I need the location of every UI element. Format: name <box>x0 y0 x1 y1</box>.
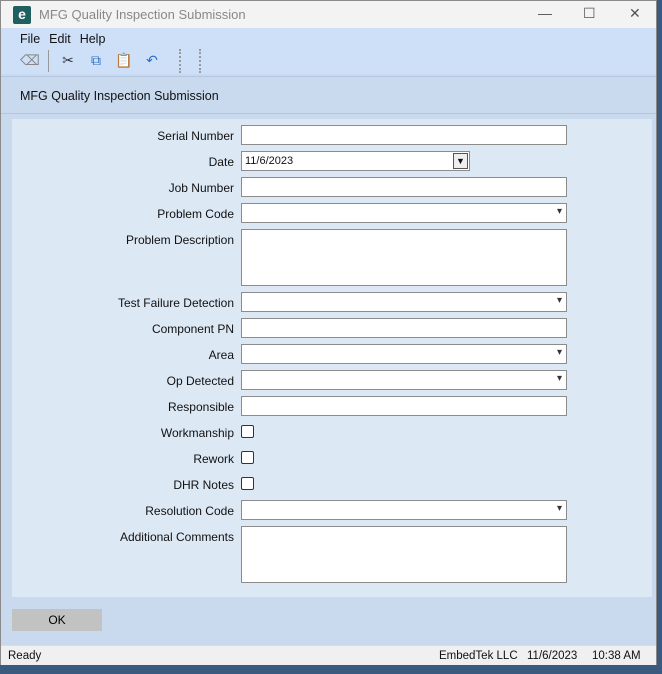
problem-description-textarea[interactable] <box>241 229 567 286</box>
label: Area <box>208 348 234 362</box>
menu-edit[interactable]: Edit <box>49 32 71 46</box>
cut-icon[interactable]: ✂ <box>59 52 77 70</box>
toolbar-grip[interactable] <box>199 49 201 73</box>
resolution-code-select[interactable] <box>241 500 567 520</box>
job-number-input[interactable] <box>241 177 567 197</box>
dhr-notes-checkbox[interactable] <box>241 477 254 490</box>
status-text: Ready <box>8 650 42 662</box>
status-company: EmbedTek LLC <box>439 650 518 662</box>
label: Workmanship <box>160 426 234 440</box>
paste-icon[interactable]: 📋 <box>115 52 133 70</box>
rework-checkbox[interactable] <box>241 451 254 464</box>
ok-button[interactable]: OK <box>12 609 102 631</box>
date-picker[interactable]: 11/6/2023 ▼ <box>241 151 470 171</box>
label: Test Failure Detection <box>117 296 234 310</box>
date-value: 11/6/2023 <box>245 155 294 167</box>
undo-icon[interactable]: ↶ <box>143 52 161 70</box>
serial-number-input[interactable] <box>241 125 567 145</box>
menu-file[interactable]: File <box>20 32 40 46</box>
menu-help[interactable]: Help <box>80 32 106 46</box>
label: Responsible <box>167 400 234 414</box>
label: DHR Notes <box>173 478 234 492</box>
menu-bar: File Edit Help ⌫ ✂ ⧉ 📋 ↶ <box>1 28 656 74</box>
component-pn-input[interactable] <box>241 318 567 338</box>
label: Additional Comments <box>119 530 234 544</box>
form-panel: Serial Number Date 11/6/2023 ▼ Job Number … <box>12 119 652 597</box>
test-failure-detection-select[interactable] <box>241 292 567 312</box>
app-window: e MFG Quality Inspection Submission — ☐ … <box>0 0 657 665</box>
minimize-button[interactable]: — <box>538 5 552 21</box>
chevron-down-icon[interactable]: ▼ <box>453 153 468 169</box>
problem-code-select[interactable] <box>241 203 567 223</box>
responsible-input[interactable] <box>241 396 567 416</box>
close-button[interactable]: ✕ <box>629 5 641 22</box>
window-title: MFG Quality Inspection Submission <box>39 7 246 22</box>
form-header: MFG Quality Inspection Submission <box>1 76 656 114</box>
toolbar-separator <box>48 50 49 72</box>
op-detected-select[interactable] <box>241 370 567 390</box>
title-bar: e MFG Quality Inspection Submission — ☐ … <box>1 1 656 28</box>
label: Problem Code <box>157 207 234 221</box>
status-bar: Ready EmbedTek LLC 11/6/2023 10:38 AM <box>1 645 656 665</box>
label: Serial Number <box>157 129 234 143</box>
app-icon: e <box>13 5 31 24</box>
status-date: 11/6/2023 <box>527 650 578 662</box>
label: Op Detected <box>166 374 234 388</box>
label: Job Number <box>168 181 234 195</box>
label: Resolution Code <box>145 504 234 518</box>
label: Date <box>208 155 234 169</box>
additional-comments-textarea[interactable] <box>241 526 567 583</box>
label: Problem Description <box>125 233 234 247</box>
maximize-button[interactable]: ☐ <box>583 5 596 22</box>
label: Component PN <box>151 322 234 336</box>
area-select[interactable] <box>241 344 567 364</box>
toolbar-grip[interactable] <box>179 49 181 73</box>
status-time: 10:38 AM <box>592 650 641 662</box>
eraser-icon[interactable]: ⌫ <box>20 52 40 70</box>
workmanship-checkbox[interactable] <box>241 425 254 438</box>
label: Rework <box>193 452 234 466</box>
copy-icon[interactable]: ⧉ <box>87 52 105 70</box>
